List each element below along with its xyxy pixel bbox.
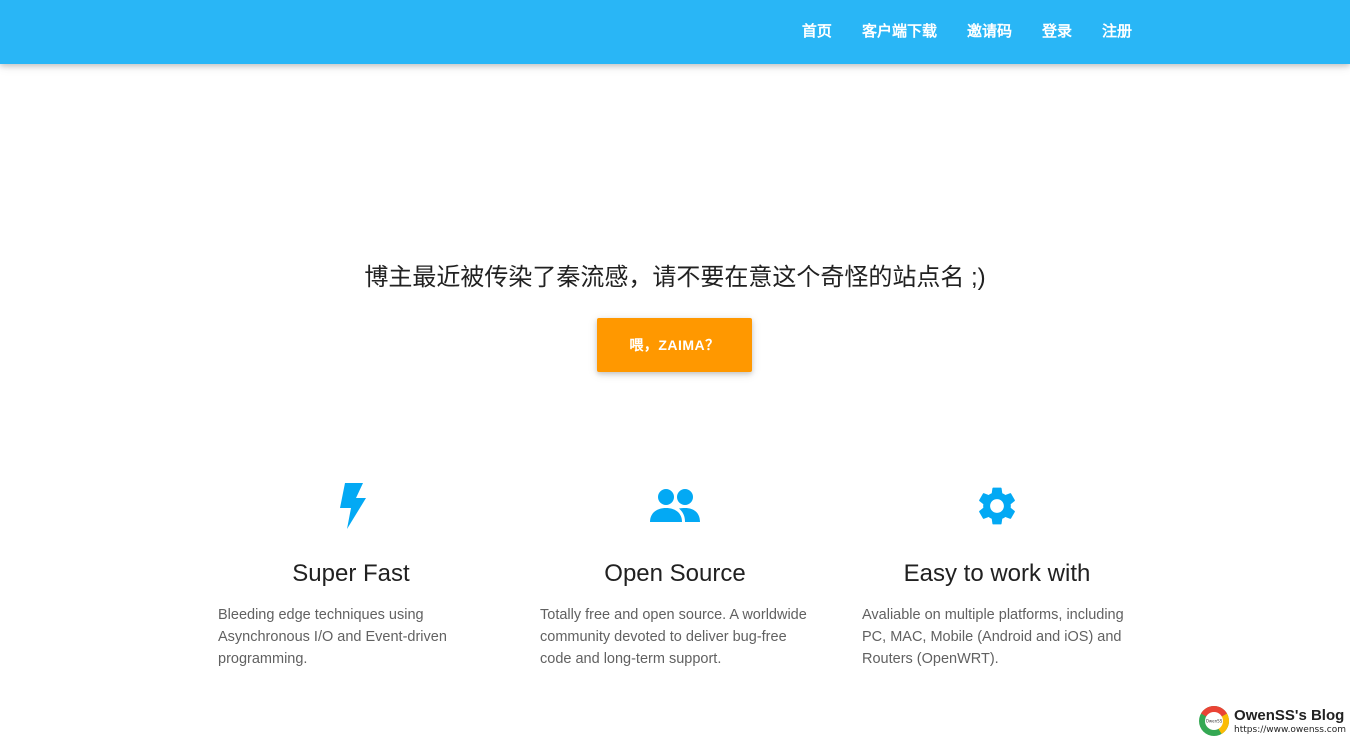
nav-item-client-download[interactable]: 客户端下载 [847, 0, 952, 64]
nav-item-invite-code[interactable]: 邀请码 [952, 0, 1027, 64]
gear-icon [862, 478, 1132, 534]
blog-logo-text: OwenSS [1206, 719, 1223, 724]
blog-watermark: OwenSS OwenSS's Blog https://www.owenss.… [1198, 704, 1346, 738]
feature-easy-to-work-with: Easy to work with Avaliable on multiple … [862, 478, 1132, 667]
feature-super-fast: Super Fast Bleeding edge techniques usin… [217, 478, 488, 667]
feature-description: Totally free and open source. A worldwid… [540, 607, 807, 667]
feature-open-source: Open Source Totally free and open source… [540, 478, 810, 667]
watermark-url: https://www.owenss.com [1234, 724, 1346, 735]
feature-title: Easy to work with [903, 560, 1091, 587]
feature-title: Super Fast [292, 560, 410, 587]
bolt-icon [217, 478, 488, 534]
watermark-text: OwenSS's Blog https://www.owenss.com [1234, 708, 1346, 735]
feature-description: Bleeding edge techniques using Asynchron… [218, 607, 447, 667]
feature-title: Open Source [604, 560, 746, 587]
hero-headline: 博主最近被传染了秦流感，请不要在意这个奇怪的站点名 ;) [364, 264, 986, 291]
blog-logo-icon: OwenSS [1199, 706, 1230, 736]
people-icon [540, 478, 810, 534]
nav-links: 首页 客户端下载 邀请码 登录 注册 [787, 0, 1147, 64]
cta-button[interactable]: 喂，ZAIMA？ [597, 318, 752, 372]
watermark-title: OwenSS's Blog [1234, 706, 1345, 724]
nav-item-login[interactable]: 登录 [1027, 0, 1087, 64]
top-navbar: 首页 客户端下载 邀请码 登录 注册 [0, 0, 1350, 64]
nav-item-home[interactable]: 首页 [787, 0, 847, 64]
feature-description: Avaliable on multiple platforms, includi… [862, 607, 1124, 667]
nav-item-register[interactable]: 注册 [1087, 0, 1147, 64]
